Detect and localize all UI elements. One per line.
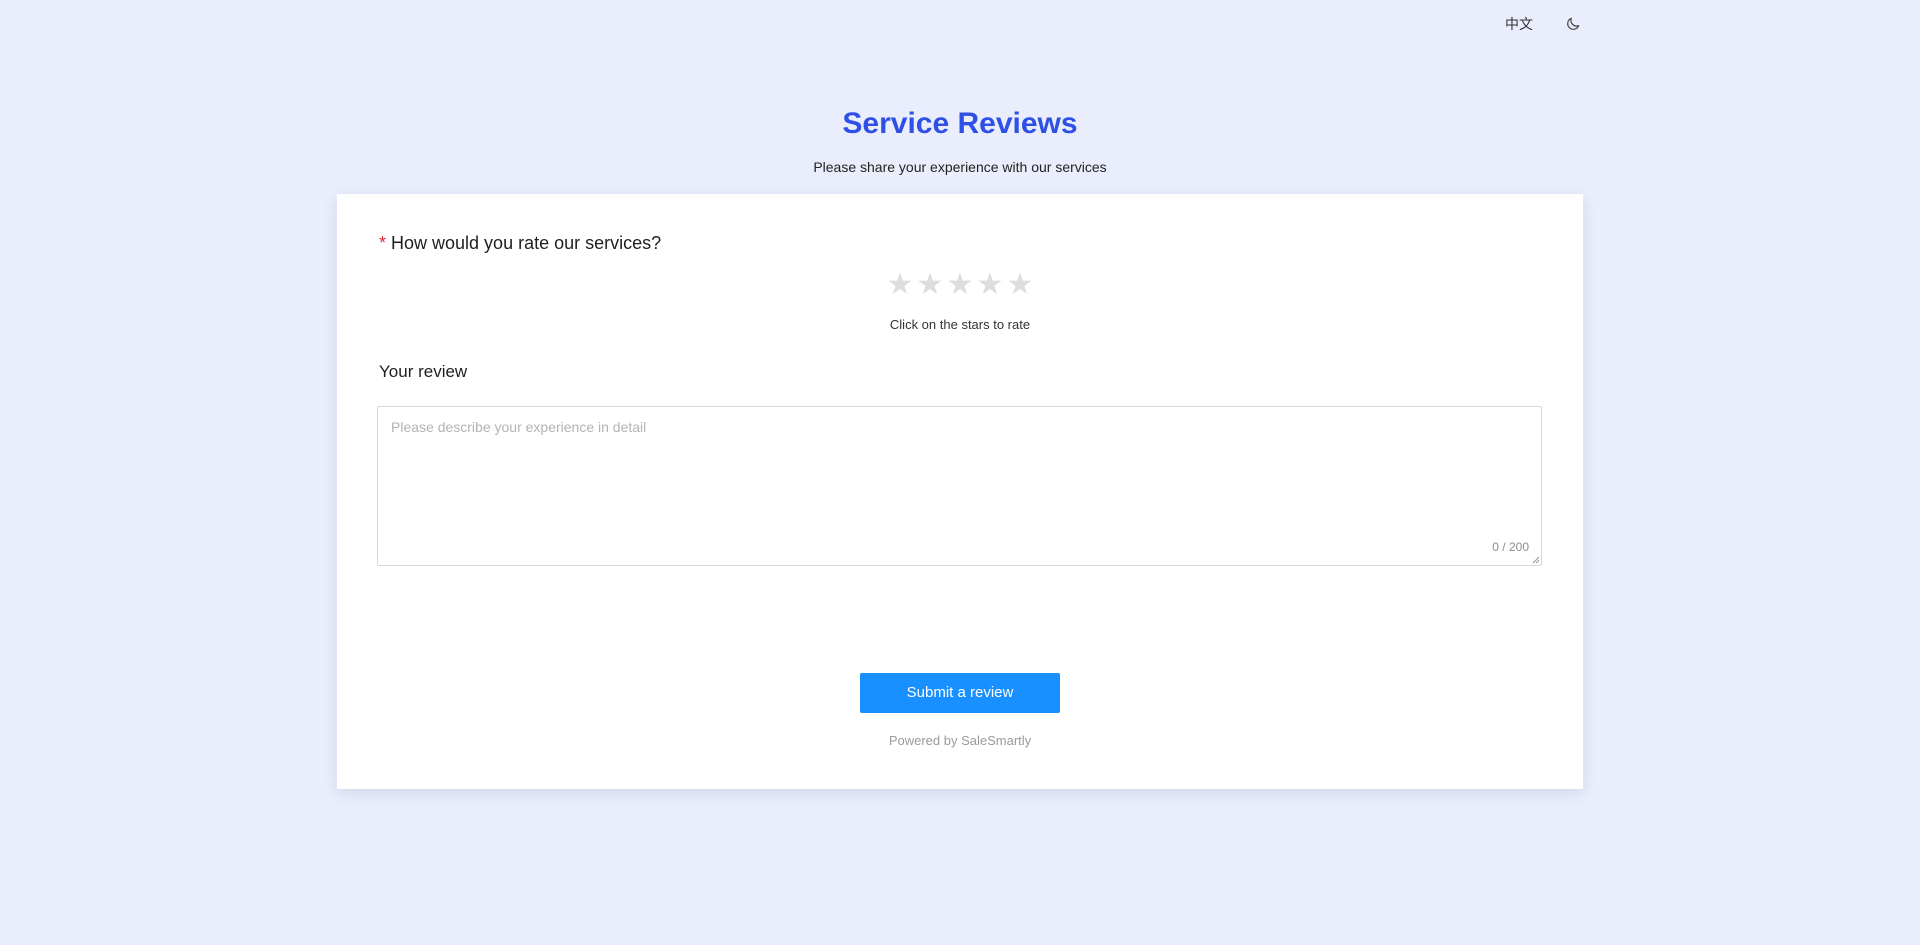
star-rating: ★ ★ ★ ★ ★	[337, 268, 1583, 302]
powered-by-footer: Powered by SaleSmartly	[888, 733, 1032, 748]
star-rating-hint: Click on the stars to rate	[889, 317, 1031, 332]
resize-handle-icon[interactable]	[1532, 556, 1540, 564]
moon-icon	[1567, 17, 1580, 30]
submit-review-button[interactable]: Submit a review	[860, 673, 1060, 713]
required-marker: *	[379, 233, 387, 253]
star-5-icon[interactable]: ★	[1006, 268, 1034, 302]
review-form-card: * How would you rate our services? ★ ★ ★ …	[337, 194, 1583, 789]
character-count: 0 / 200	[1492, 540, 1529, 554]
star-2-icon[interactable]: ★	[916, 268, 944, 302]
review-page: 中文 Service Reviews Please share your exp…	[0, 0, 1920, 945]
page-header: Service Reviews Please share your experi…	[0, 104, 1920, 176]
star-4-icon[interactable]: ★	[976, 268, 1004, 302]
review-label: Your review	[379, 362, 468, 381]
top-bar: 中文	[1505, 14, 1583, 34]
rating-question-label: How would you rate our services?	[391, 233, 662, 253]
rating-question: * How would you rate our services?	[379, 230, 661, 256]
review-textarea[interactable]	[378, 407, 1541, 565]
review-field-wrapper: 0 / 200	[377, 406, 1542, 566]
theme-toggle-button[interactable]	[1563, 14, 1583, 34]
page-subtitle: Please share your experience with our se…	[813, 159, 1107, 175]
star-3-icon[interactable]: ★	[946, 268, 974, 302]
page-title: Service Reviews	[842, 107, 1078, 140]
star-1-icon[interactable]: ★	[886, 268, 914, 302]
language-switch[interactable]: 中文	[1505, 14, 1533, 34]
